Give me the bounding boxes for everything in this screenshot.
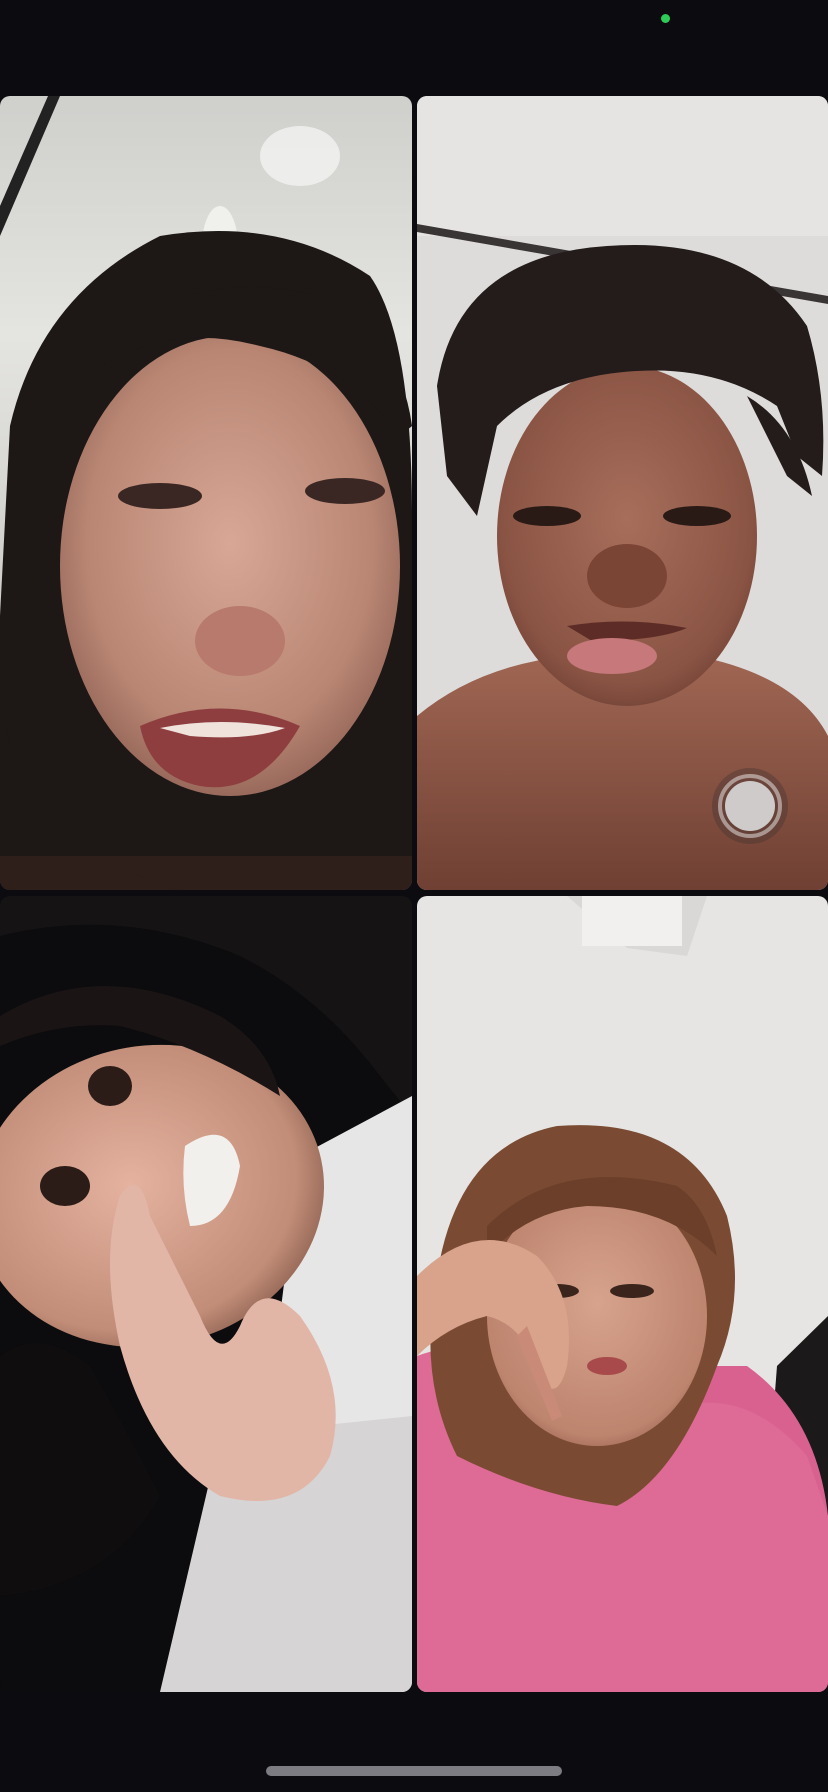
participant-3-video-feed	[0, 896, 412, 1692]
participant-video-tile-1[interactable]	[0, 96, 412, 890]
participant-1-video-feed	[0, 96, 412, 890]
participant-video-tile-3[interactable]	[0, 896, 412, 1692]
capture-ring-icon	[718, 774, 782, 838]
camera-in-use-indicator-icon	[661, 14, 670, 23]
capture-button[interactable]	[712, 768, 788, 844]
capture-button-icon	[725, 781, 775, 831]
video-call-screen	[0, 0, 828, 1792]
participant-4-video-feed	[417, 896, 828, 1692]
participant-video-tile-2[interactable]	[417, 96, 828, 890]
home-indicator[interactable]	[266, 1766, 562, 1776]
participant-video-grid	[0, 96, 828, 1692]
participant-video-tile-4[interactable]	[417, 896, 828, 1692]
